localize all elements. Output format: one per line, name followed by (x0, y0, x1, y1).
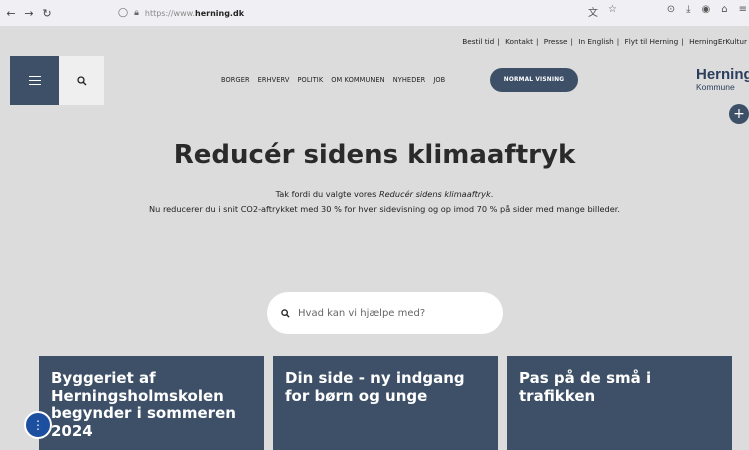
search-input[interactable]: Hvad kan vi hjælpe med? (267, 292, 503, 334)
news-card-trafikken[interactable]: Pas på de små i trafikken (507, 356, 732, 450)
forward-icon[interactable]: → (22, 7, 36, 20)
address-bar[interactable]: ◯ 🔒︎ https://www.herning.dk (118, 4, 244, 22)
cookie-settings-button[interactable]: ⋮ (24, 411, 52, 439)
hamburger-icon (28, 76, 41, 85)
lock-icon: 🔒︎ (134, 8, 139, 18)
download-icon[interactable]: ⤓ (686, 4, 690, 15)
account-icon[interactable]: ◉ (702, 4, 711, 15)
nav-om-kommunen[interactable]: OM KOMMUNEN (331, 76, 384, 84)
nav-politik[interactable]: POLITIK (297, 76, 323, 84)
logo-line2: Kommune (696, 82, 735, 92)
normal-view-button[interactable]: NORMAL VISNING (490, 68, 578, 92)
toplink-flyt-til-herning[interactable]: Flyt til Herning (625, 37, 679, 46)
nav-borger[interactable]: BORGER (221, 76, 250, 84)
menu-icon[interactable]: ≡ (739, 4, 747, 15)
menu-button[interactable] (10, 56, 59, 105)
browser-toolbar: ← → ↻ (0, 0, 749, 26)
bookmark-star-icon[interactable]: ☆ (608, 4, 617, 19)
search-button[interactable] (59, 56, 104, 105)
reload-icon[interactable]: ↻ (40, 7, 54, 20)
news-card-din-side[interactable]: Din side - ny indgang for børn og unge (273, 356, 498, 450)
main-navigation: BORGER ERHVERV POLITIK OM KOMMUNEN NYHED… (221, 76, 445, 84)
search-placeholder: Hvad kan vi hjælpe med? (298, 307, 426, 319)
nav-nyheder[interactable]: NYHEDER (393, 76, 426, 84)
toplink-herningerkultur[interactable]: HerningErKultur (689, 37, 747, 46)
chrome-right-icons: ⊙ ⤓ ◉ ⌂ ≡ (667, 4, 747, 15)
url-text[interactable]: https://www.herning.dk (145, 9, 244, 18)
herning-logo[interactable]: Herning Kommune (696, 67, 749, 92)
hero-intro-emphasis: Reducér sidens klimaaftryk (378, 189, 491, 199)
utility-links: Bestil tid | Kontakt | Presse | In English |… (462, 37, 747, 46)
hero-description: Nu reducerer du i snit CO2-aftrykket med… (149, 204, 620, 214)
search-field-icon (281, 308, 290, 318)
logo-line1: Herning (696, 66, 749, 83)
extensions-icon[interactable]: ⌂ (721, 4, 727, 15)
news-card-herningsholmskolen[interactable]: Byggeriet af Herningsholmskolen begynder… (39, 356, 264, 450)
shield-icon: ◯ (118, 8, 129, 18)
toplink-kontakt[interactable]: Kontakt (505, 37, 533, 46)
hero-intro-suffix: . (490, 189, 494, 199)
nav-erhverv[interactable]: ERHVERV (258, 76, 290, 84)
plus-icon[interactable]: + (729, 104, 749, 124)
hero-intro: Tak fordi du valgte vores Reducér sidens… (0, 189, 749, 199)
toplink-in-english[interactable]: In English (578, 37, 613, 46)
nav-job[interactable]: JOB (433, 76, 445, 84)
card-title: Pas på de små i trafikken (519, 369, 652, 405)
page-title: Reducér sidens klimaaftryk (173, 140, 576, 170)
hero-intro-prefix: Tak fordi du valgte vores (275, 189, 379, 199)
card-title: Byggeriet af Herningsholmskolen begynder… (51, 369, 236, 441)
pocket-icon[interactable]: ⊙ (667, 4, 675, 15)
search-icon (76, 75, 86, 85)
toplink-bestil-tid[interactable]: Bestil tid (462, 37, 494, 46)
card-title: Din side - ny indgang for børn og unge (285, 369, 465, 405)
cookie-icon: ⋮ (32, 418, 44, 432)
chrome-mid-icons: 文 ☆ (588, 4, 617, 19)
toplink-presse[interactable]: Presse (544, 37, 568, 46)
translate-icon[interactable]: 文 (588, 4, 598, 19)
back-icon[interactable]: ← (4, 7, 18, 20)
